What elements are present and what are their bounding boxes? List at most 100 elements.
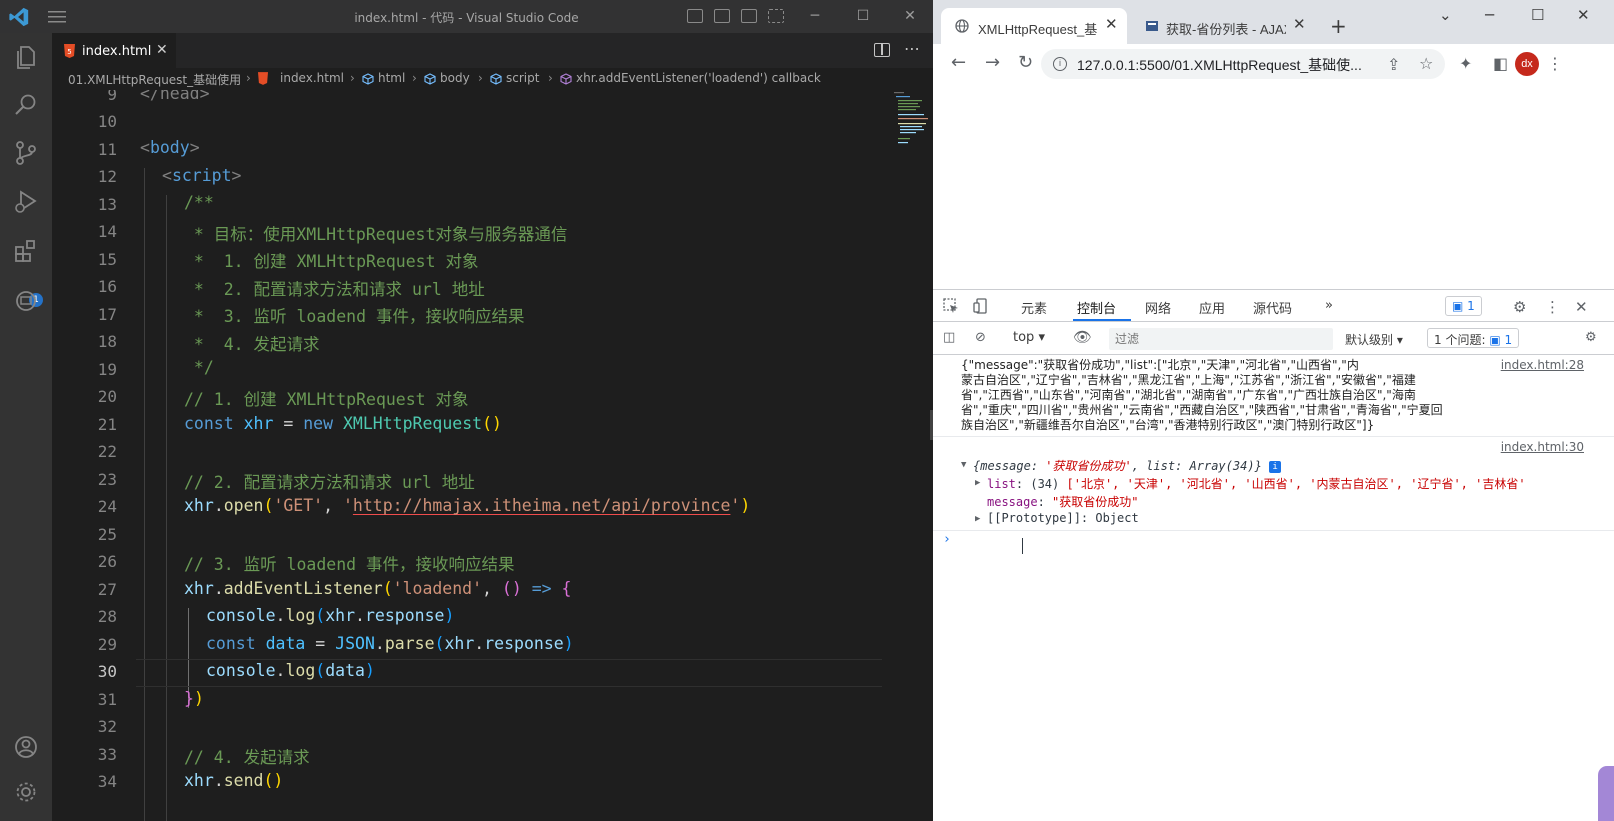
address-bar[interactable]: i 127.0.0.1:5500/01.XMLHttpRequest_基础使..… [1041, 49, 1445, 79]
devtools-menu-icon[interactable]: ⋮ [1545, 298, 1560, 316]
line-number: 32 [97, 717, 117, 736]
close-window-icon[interactable]: ✕ [895, 5, 925, 27]
object-token: "获取省份成功" [1052, 495, 1139, 509]
console-settings-icon[interactable]: ⚙ [1585, 330, 1597, 345]
element-cube-icon [362, 73, 374, 85]
expand-triangle-icon[interactable]: ▶ [975, 478, 980, 488]
object-token: list [987, 477, 1016, 491]
devtools-tab-network[interactable]: 网络 [1145, 298, 1171, 317]
info-badge-icon[interactable]: i [1269, 460, 1282, 473]
breadcrumb-body[interactable]: body [440, 71, 470, 85]
devtools-more-tabs[interactable]: » [1325, 298, 1333, 313]
minimap[interactable] [892, 90, 932, 160]
code-url-link[interactable]: http://hmajax.itheima.net/api/province [353, 496, 731, 515]
toggle-panel-icon[interactable] [714, 9, 730, 23]
breadcrumb-file[interactable]: index.html [280, 71, 344, 85]
browser-tab-active[interactable]: XMLHttpRequest_基 ✕ [941, 8, 1127, 44]
code-token: const [184, 414, 234, 433]
device-toolbar-icon[interactable] [973, 298, 989, 314]
devtools-settings-icon[interactable]: ⚙ [1513, 298, 1526, 316]
share-icon[interactable]: ⇪ [1387, 55, 1400, 74]
maximize-icon[interactable]: ☐ [848, 5, 878, 27]
profile-avatar[interactable]: dx [1515, 52, 1539, 76]
bookmark-star-icon[interactable]: ☆ [1419, 54, 1433, 73]
devtools-tab-application[interactable]: 应用 [1199, 298, 1225, 317]
breadcrumb-separator: › [246, 71, 251, 85]
code-line-9: </head> [140, 90, 210, 103]
issues-link-button[interactable]: 1 个问题: ▣ 1 [1427, 328, 1520, 348]
forward-icon[interactable]: → [985, 52, 1000, 73]
toggle-sidebar-icon[interactable] [687, 9, 703, 23]
breadcrumb-callback[interactable]: xhr.addEventListener('loadend') callback [576, 71, 821, 85]
code-token: </head> [140, 90, 210, 103]
tab-index-html[interactable]: 5 index.html ✕ [52, 33, 176, 68]
expand-triangle-icon[interactable]: ▶ [975, 514, 980, 524]
side-panel-icon[interactable]: ◧ [1493, 54, 1508, 73]
breadcrumb-folder[interactable]: 01.XMLHttpRequest_基础使用 [68, 71, 241, 88]
tab-close-icon[interactable]: ✕ [156, 42, 168, 58]
source-control-icon[interactable] [12, 139, 40, 167]
console-output[interactable]: {"message":"获取省份成功","list":["北京","天津","河… [933, 356, 1614, 821]
extensions-puzzle-icon[interactable]: ✦ [1459, 54, 1472, 73]
devtools-tab-elements[interactable]: 元素 [1021, 298, 1047, 317]
split-editor-icon[interactable] [874, 43, 890, 57]
code-editor[interactable]: 9 10 11 12 13 14 15 16 17 18 19 20 21 22… [52, 90, 933, 821]
toggle-secondary-sidebar-icon[interactable] [741, 9, 757, 23]
account-icon[interactable] [12, 733, 40, 761]
settings-gear-icon[interactable] [12, 778, 40, 806]
line-number: 17 [97, 305, 117, 324]
browser-maximize-icon[interactable]: ☐ [1531, 6, 1544, 24]
context-selector[interactable]: top ▾ [1013, 330, 1045, 345]
devtools-close-icon[interactable]: ✕ [1575, 298, 1588, 316]
line-number: 25 [97, 525, 117, 544]
code-token: body [149, 138, 190, 157]
customize-layout-icon[interactable] [768, 9, 784, 23]
object-summary[interactable]: {message: '获取省份成功', list: Array(34)} i [973, 457, 1282, 474]
object-token: ['北京', '天津', '河北省', '山西省', '内蒙古自治区', '辽宁… [1066, 477, 1526, 491]
extensions-icon[interactable] [12, 237, 40, 265]
code-line-24: xhr.open('GET', 'http://hmajax.itheima.n… [184, 496, 750, 515]
minimize-icon[interactable]: ─ [800, 5, 830, 27]
breadcrumb-script[interactable]: script [506, 71, 539, 85]
console-filter-input[interactable] [1109, 328, 1333, 350]
log-level-dropdown[interactable]: 默认级别 ▾ [1345, 331, 1403, 348]
browser-tab-close-icon[interactable]: ✕ [1293, 15, 1306, 33]
log-source-link[interactable]: index.html:28 [1496, 358, 1584, 372]
code-line-33: // 4. 发起请求 [184, 748, 310, 767]
url-text: 127.0.0.1:5500/01.XMLHttpRequest_基础使... [1077, 57, 1362, 73]
site-info-icon[interactable]: i [1053, 57, 1067, 71]
code-line-23: // 2. 配置请求方法和请求 url 地址 [184, 473, 475, 492]
object-property-prototype[interactable]: [[Prototype]]: Object [987, 511, 1139, 525]
remote-explorer-icon[interactable] [12, 287, 40, 315]
code-token: } [184, 689, 194, 708]
inspect-element-icon[interactable] [943, 298, 959, 314]
breadcrumb-html[interactable]: html [378, 71, 405, 85]
browser-tab[interactable]: 获取-省份列表 - AJAX ✕ [1129, 8, 1315, 44]
log-source-link[interactable]: index.html:30 [1501, 440, 1584, 454]
more-actions-icon[interactable]: ⋯ [904, 39, 921, 58]
code-token: xhr [325, 606, 356, 625]
clear-console-icon[interactable]: ⊘ [975, 330, 986, 345]
log-separator [933, 530, 1614, 531]
devtools-tab-console[interactable]: 控制台 [1077, 298, 1116, 317]
indent-guide [144, 168, 145, 821]
expand-triangle-open-icon[interactable]: ▼ [961, 460, 966, 470]
browser-tab-close-icon[interactable]: ✕ [1105, 15, 1118, 33]
devtools-tab-sources[interactable]: 源代码 [1253, 298, 1292, 317]
side-panel-handle[interactable] [1598, 766, 1614, 821]
tab-search-chevron-icon[interactable]: ⌄ [1439, 6, 1452, 24]
console-sidebar-icon[interactable]: ◫ [943, 330, 955, 345]
browser-window: XMLHttpRequest_基 ✕ 获取-省份列表 - AJAX ✕ + ⌄ … [933, 0, 1614, 821]
reload-icon[interactable]: ↻ [1018, 52, 1033, 73]
search-icon[interactable] [12, 91, 40, 119]
back-icon[interactable]: ← [951, 52, 966, 73]
browser-close-icon[interactable]: ✕ [1577, 6, 1590, 24]
issues-counter-button[interactable]: ▣ 1 [1445, 296, 1482, 316]
browser-minimize-icon[interactable]: ─ [1485, 6, 1494, 24]
object-property-list[interactable]: list: (34) ['北京', '天津', '河北省', '山西省', '内… [987, 475, 1526, 492]
live-expression-eye-icon[interactable]: 👁 [1073, 328, 1092, 346]
run-debug-icon[interactable] [12, 187, 40, 215]
explorer-icon[interactable] [12, 43, 40, 71]
new-tab-button[interactable]: + [1330, 14, 1347, 38]
browser-menu-icon[interactable]: ⋮ [1547, 54, 1563, 73]
